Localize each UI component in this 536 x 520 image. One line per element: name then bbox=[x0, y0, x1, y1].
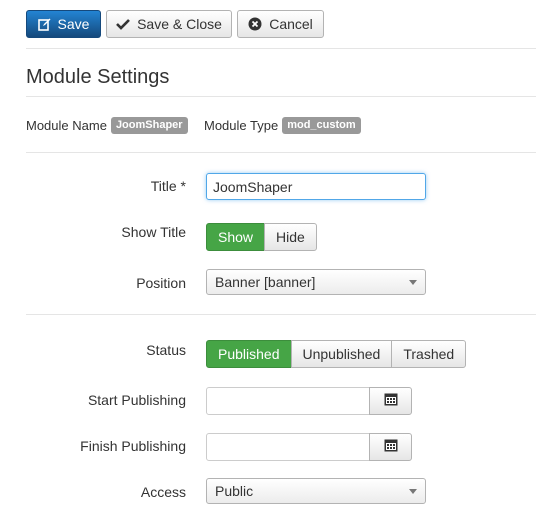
start-publishing-calendar-button[interactable] bbox=[369, 387, 412, 415]
position-select[interactable]: Banner [banner] bbox=[206, 269, 426, 295]
cancel-circle-icon bbox=[248, 17, 262, 31]
calendar-icon bbox=[384, 439, 398, 455]
trashed-button[interactable]: Trashed bbox=[391, 340, 467, 368]
title-divider bbox=[26, 96, 536, 97]
show-button[interactable]: Show bbox=[206, 223, 266, 251]
page-title: Module Settings bbox=[26, 66, 170, 88]
chevron-down-icon bbox=[409, 489, 417, 494]
module-name-label: Module Name bbox=[26, 118, 107, 133]
finish-publishing-input[interactable] bbox=[206, 433, 370, 461]
access-selected-value: Public bbox=[215, 483, 254, 499]
section-divider bbox=[26, 314, 536, 315]
title-label: Title * bbox=[150, 178, 186, 194]
show-title-label: Show Title bbox=[121, 224, 186, 240]
published-button[interactable]: Published bbox=[206, 340, 292, 368]
access-select[interactable]: Public bbox=[206, 478, 426, 504]
save-button[interactable]: Save bbox=[26, 10, 101, 38]
module-type-label: Module Type bbox=[204, 118, 279, 133]
cancel-label: Cancel bbox=[269, 16, 313, 32]
start-publishing-label: Start Publishing bbox=[87, 392, 186, 408]
edit-icon bbox=[37, 18, 51, 31]
save-close-label: Save & Close bbox=[137, 16, 222, 32]
save-close-button[interactable]: Save & Close bbox=[106, 10, 232, 38]
calendar-icon bbox=[384, 393, 398, 409]
access-label: Access bbox=[140, 484, 186, 500]
position-label: Position bbox=[136, 275, 186, 291]
cancel-button[interactable]: Cancel bbox=[237, 10, 324, 38]
status-toggle: Published Unpublished Trashed bbox=[206, 340, 467, 368]
finish-publishing-label: Finish Publishing bbox=[80, 438, 186, 454]
module-name-badge: JoomShaper bbox=[110, 117, 188, 134]
module-type-badge: mod_custom bbox=[282, 117, 361, 134]
module-type-info: Module Type mod_custom bbox=[204, 117, 361, 134]
unpublished-button[interactable]: Unpublished bbox=[290, 340, 393, 368]
info-divider bbox=[26, 152, 536, 153]
toolbar-divider bbox=[26, 48, 536, 49]
position-selected-value: Banner [banner] bbox=[215, 274, 316, 290]
start-publishing-input[interactable] bbox=[206, 387, 370, 415]
status-label: Status bbox=[146, 342, 186, 358]
title-input[interactable] bbox=[206, 173, 426, 200]
show-title-toggle: Show Hide bbox=[206, 223, 317, 251]
checkmark-icon bbox=[116, 18, 131, 30]
module-name-info: Module Name JoomShaper bbox=[26, 117, 188, 134]
hide-button[interactable]: Hide bbox=[264, 223, 317, 251]
chevron-down-icon bbox=[409, 280, 417, 285]
save-label: Save bbox=[57, 16, 90, 32]
finish-publishing-calendar-button[interactable] bbox=[369, 433, 412, 461]
